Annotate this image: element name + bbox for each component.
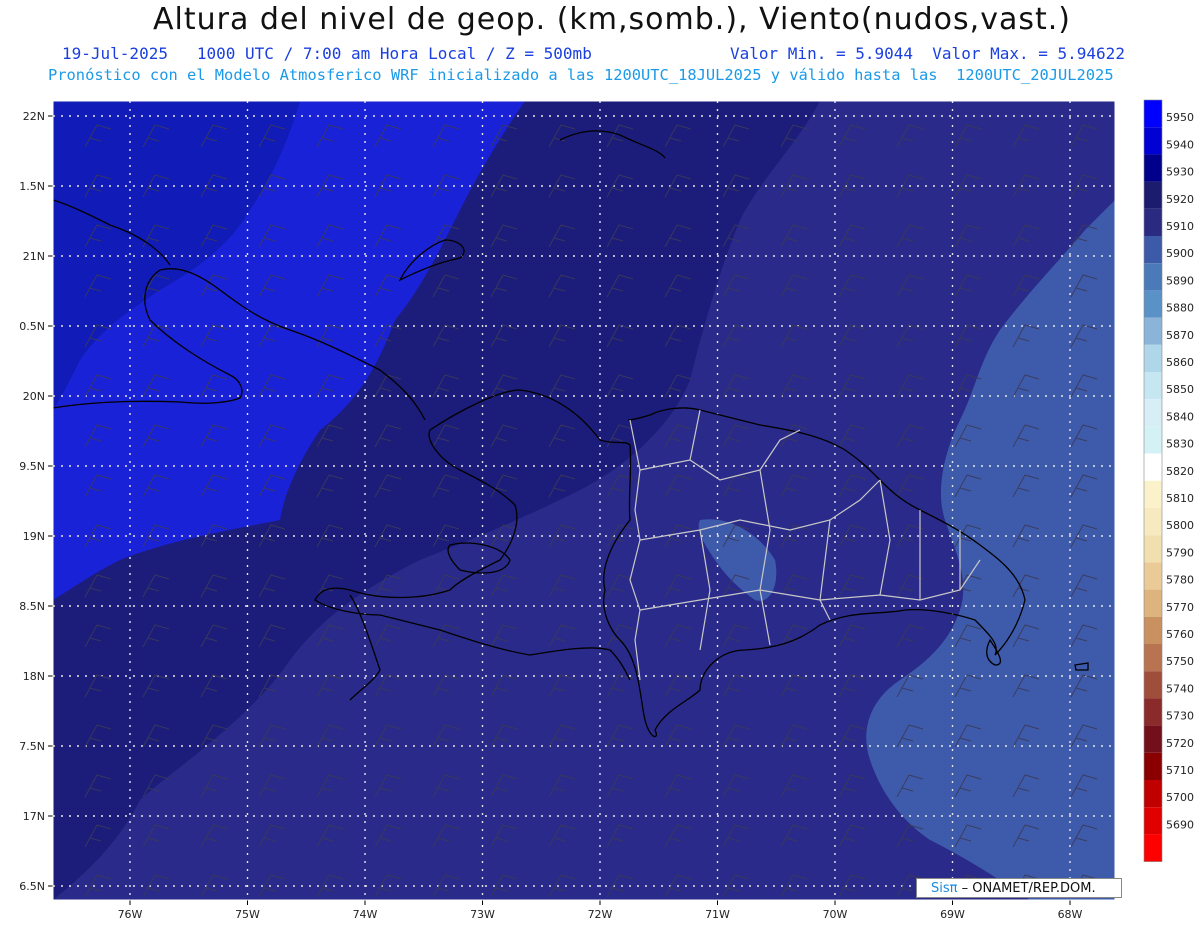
legend-swatch <box>1144 236 1162 264</box>
legend-swatch <box>1144 508 1162 536</box>
lat-label: 18N <box>23 670 45 683</box>
lat-label: 20N <box>23 390 45 403</box>
legend-label: 5930 <box>1166 166 1194 179</box>
legend-label: 5880 <box>1166 302 1194 315</box>
lat-label: 7.5N <box>19 740 45 753</box>
lat-label: 1.5N <box>19 180 45 193</box>
legend-swatch <box>1144 589 1162 617</box>
lat-label: 19N <box>23 530 45 543</box>
legend-swatch <box>1144 154 1162 182</box>
legend-label: 5780 <box>1166 574 1194 587</box>
lat-label: 22N <box>23 110 45 123</box>
lon-label: 74W <box>353 908 378 921</box>
legend-label: 5910 <box>1166 220 1194 233</box>
legend-swatch <box>1144 181 1162 209</box>
legend-swatch <box>1144 644 1162 672</box>
legend-swatch <box>1144 127 1162 155</box>
legend-label: 5720 <box>1166 737 1194 750</box>
legend-label: 5940 <box>1166 138 1194 151</box>
legend-label: 5900 <box>1166 247 1194 260</box>
lat-label: 0.5N <box>19 320 45 333</box>
legend-label: 5800 <box>1166 519 1194 532</box>
legend-swatch <box>1144 317 1162 345</box>
lat-label: 8.5N <box>19 600 45 613</box>
lon-label: 73W <box>470 908 495 921</box>
legend-swatch <box>1144 780 1162 808</box>
legend-label: 5810 <box>1166 492 1194 505</box>
lat-label: 21N <box>23 250 45 263</box>
legend-label: 5770 <box>1166 601 1194 614</box>
legend-label: 5730 <box>1166 710 1194 723</box>
legend-swatch <box>1144 208 1162 236</box>
legend-label: 5850 <box>1166 383 1194 396</box>
color-legend: 5950 5940 5930 5920 5910 5900 5890 5880 5870 5860… <box>1143 99 1194 862</box>
legend-swatch <box>1144 698 1162 726</box>
legend-label: 5890 <box>1166 274 1194 287</box>
legend-swatch <box>1144 616 1162 644</box>
legend-swatch <box>1144 453 1162 481</box>
legend-swatch <box>1144 752 1162 780</box>
legend-label: 5860 <box>1166 356 1194 369</box>
legend-label: 5950 <box>1166 111 1194 124</box>
latitude-labels: 22N 1.5N 21N 0.5N 20N 9.5N 19N 8.5N 18N 7.5N 17N 6.… <box>19 110 53 893</box>
legend-label: 5790 <box>1166 546 1194 559</box>
lat-label: 6.5N <box>19 880 45 893</box>
lon-label: 69W <box>940 908 965 921</box>
map-fields <box>53 101 1115 900</box>
legend-label: 5700 <box>1166 791 1194 804</box>
sis-logo: Sisπ <box>931 881 958 896</box>
legend-label: 5820 <box>1166 465 1194 478</box>
legend-swatch <box>1144 263 1162 291</box>
legend-swatch <box>1144 725 1162 753</box>
legend-label: 5690 <box>1166 818 1194 831</box>
legend-swatch <box>1144 290 1162 318</box>
lon-label: 70W <box>823 908 848 921</box>
legend-label: 5840 <box>1166 410 1194 423</box>
legend-swatch <box>1144 100 1162 128</box>
lon-label: 68W <box>1058 908 1083 921</box>
weather-map: 22N 1.5N 21N 0.5N 20N 9.5N 19N 8.5N 18N 7.5N 17N 6.… <box>19 99 1194 921</box>
legend-swatch <box>1144 344 1162 372</box>
credit-org: – ONAMET/REP.DOM. <box>961 881 1096 896</box>
legend-swatch <box>1144 562 1162 590</box>
legend-swatch <box>1144 535 1162 563</box>
legend-label: 5760 <box>1166 628 1194 641</box>
legend-swatch <box>1144 807 1162 835</box>
lon-label: 75W <box>235 908 260 921</box>
lat-label: 17N <box>23 810 45 823</box>
legend-swatch <box>1144 671 1162 699</box>
legend-swatch <box>1144 399 1162 427</box>
lon-label: 72W <box>588 908 613 921</box>
legend-swatch <box>1144 480 1162 508</box>
legend-swatch <box>1144 426 1162 454</box>
legend-label: 5830 <box>1166 438 1194 451</box>
credit-box: Sisπ – ONAMET/REP.DOM. <box>916 878 1122 898</box>
legend-label: 5870 <box>1166 329 1194 342</box>
legend-label: 5740 <box>1166 682 1194 695</box>
lon-label: 76W <box>118 908 143 921</box>
lon-label: 71W <box>705 908 730 921</box>
legend-label: 5750 <box>1166 655 1194 668</box>
legend-swatch <box>1144 372 1162 400</box>
legend-label: 5710 <box>1166 764 1194 777</box>
legend-swatch <box>1144 834 1162 862</box>
lat-label: 9.5N <box>19 460 45 473</box>
longitude-labels: 76W 75W 74W 73W 72W 71W 70W 69W 68W <box>118 900 1083 921</box>
legend-label: 5920 <box>1166 193 1194 206</box>
